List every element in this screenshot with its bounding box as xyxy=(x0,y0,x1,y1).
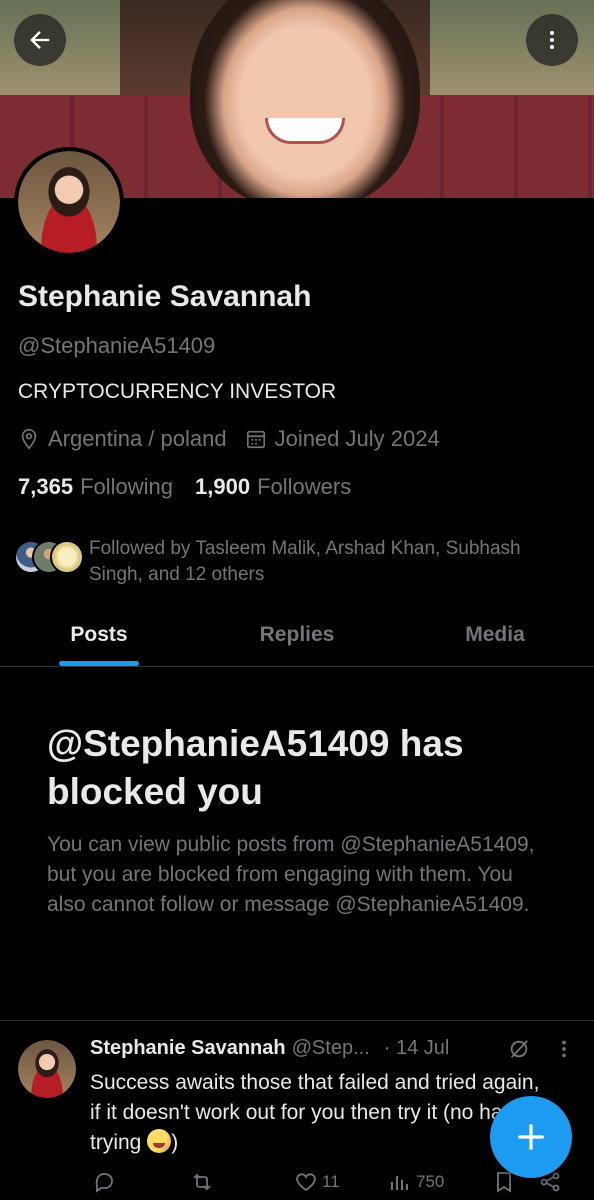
followers-link[interactable]: 1,900 Followers xyxy=(195,474,351,500)
reply-button[interactable] xyxy=(92,1170,116,1194)
post-actions: 11 750 xyxy=(90,1168,570,1200)
grok-icon[interactable] xyxy=(508,1038,530,1060)
post-avatar[interactable] xyxy=(18,1040,76,1098)
followed-by-section[interactable]: Followed by Tasleem Malik, Arshad Khan, … xyxy=(14,536,579,588)
repost-button[interactable] xyxy=(190,1170,214,1194)
following-count: 7,365 xyxy=(18,474,74,499)
tab-replies[interactable]: Replies xyxy=(198,603,396,666)
post-text: Success awaits those that failed and tri… xyxy=(90,1068,550,1158)
profile-tabs: Posts Replies Media xyxy=(0,603,594,667)
plus-icon xyxy=(518,1124,544,1150)
back-button[interactable] xyxy=(14,14,66,66)
profile-joined-date: Joined July 2024 xyxy=(274,426,440,451)
profile-avatar[interactable] xyxy=(14,147,124,257)
views-count: 750 xyxy=(416,1172,445,1191)
repost-icon xyxy=(193,1173,211,1191)
followed-by-text: Followed by Tasleem Malik, Arshad Khan, … xyxy=(89,538,521,585)
location-pin-icon xyxy=(18,428,40,450)
post-more-icon[interactable] xyxy=(556,1038,572,1060)
blocked-description: You can view public posts from @Stephani… xyxy=(47,833,535,916)
following-link[interactable]: 7,365 Following xyxy=(18,474,173,500)
profile-meta: Argentina / poland Joined July 2024 xyxy=(18,426,440,452)
avatar xyxy=(50,540,84,574)
smiling-face-with-hearts-icon xyxy=(147,1129,172,1153)
profile-bio: CRYPTOCURRENCY INVESTOR xyxy=(18,380,337,403)
profile-handle: @StephanieA51409 xyxy=(18,333,216,358)
more-vertical-icon xyxy=(550,31,554,49)
more-options-button[interactable] xyxy=(526,14,578,66)
reply-icon xyxy=(95,1173,113,1193)
like-button[interactable]: 11 xyxy=(294,1170,340,1194)
like-count: 11 xyxy=(322,1172,340,1191)
post-body-end: ) xyxy=(171,1131,179,1154)
post-author-handle: @Step... xyxy=(291,1037,370,1059)
profile-stats: 7,365 Following 1,900 Followers xyxy=(18,474,373,500)
post-author-name[interactable]: Stephanie Savannah xyxy=(90,1037,286,1060)
followers-label: Followers xyxy=(257,474,352,499)
arrow-left-icon xyxy=(30,31,50,49)
blocked-title: @StephanieA51409 has blocked you xyxy=(47,723,464,812)
compose-button[interactable] xyxy=(490,1096,572,1178)
following-label: Following xyxy=(80,474,173,499)
tab-media[interactable]: Media xyxy=(396,603,594,666)
profile-location: Argentina / poland xyxy=(48,426,227,451)
views-button[interactable]: 750 xyxy=(388,1170,444,1194)
followers-count: 1,900 xyxy=(195,474,251,499)
views-icon xyxy=(391,1176,408,1190)
heart-icon xyxy=(296,1173,316,1192)
calendar-icon xyxy=(245,428,267,450)
profile-name: Stephanie Savannah xyxy=(18,280,312,313)
divider xyxy=(0,1020,594,1021)
post-timestamp[interactable]: · 14 Jul xyxy=(384,1037,450,1060)
tab-posts[interactable]: Posts xyxy=(0,603,198,666)
followed-by-avatars xyxy=(14,536,84,576)
post-header: Stephanie Savannah @Step... · 14 Jul xyxy=(90,1037,449,1060)
